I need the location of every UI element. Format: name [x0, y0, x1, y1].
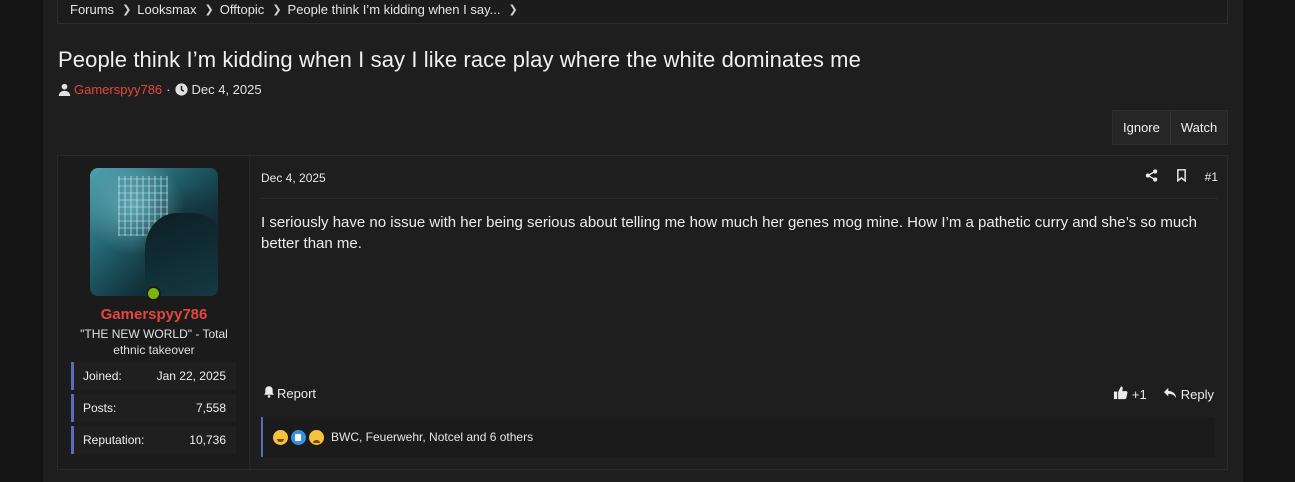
stat-label: Posts:	[83, 401, 117, 415]
thread-author-link[interactable]: Gamerspyy786	[74, 82, 162, 97]
breadcrumb-link-offtopic[interactable]: Offtopic	[220, 2, 265, 17]
clock-icon	[174, 83, 188, 96]
chevron-right-icon: ❯	[508, 3, 518, 16]
report-label: Report	[277, 385, 317, 401]
online-status-indicator	[146, 286, 161, 301]
post-user-column: Gamerspyy786 "THE NEW WORLD" - Total eth…	[58, 156, 250, 469]
stat-label: Joined:	[83, 369, 122, 383]
thread-meta: Gamerspyy786 · Dec 4, 2025	[58, 82, 262, 97]
user-stat-reputation: Reputation: 10,736	[71, 426, 236, 454]
user-icon	[58, 83, 71, 96]
stat-value: 10,736	[189, 433, 226, 447]
like-button[interactable]: +1	[1113, 385, 1147, 403]
breadcrumb-link-forums[interactable]: Forums	[70, 2, 114, 17]
ignore-button[interactable]: Ignore	[1113, 111, 1170, 144]
sad-reaction-icon	[309, 429, 324, 445]
avatar[interactable]	[90, 168, 218, 296]
thread-title: People think I’m kidding when I say I li…	[58, 47, 861, 72]
user-stat-posts: Posts: 7,558	[71, 394, 236, 422]
report-button[interactable]: Report	[263, 385, 316, 401]
breadcrumb-link-looksmax[interactable]: Looksmax	[137, 2, 196, 17]
post-number-link[interactable]: #1	[1205, 170, 1218, 184]
reply-label: Reply	[1180, 386, 1214, 402]
breadcrumb-item[interactable]: Offtopic ❯	[220, 2, 288, 17]
bookmark-icon[interactable]	[1176, 169, 1187, 185]
post-date[interactable]: Dec 4, 2025	[261, 171, 326, 185]
stat-label: Reputation:	[83, 433, 145, 447]
post-header-actions: #1	[1145, 169, 1218, 185]
stat-value: Jan 22, 2025	[156, 369, 226, 383]
chevron-right-icon: ❯	[122, 3, 132, 16]
breadcrumb-item[interactable]: Forums ❯	[70, 2, 137, 17]
post: Gamerspyy786 "THE NEW WORLD" - Total eth…	[57, 155, 1228, 470]
chevron-right-icon: ❯	[204, 3, 214, 16]
like-count: +1	[1131, 386, 1147, 402]
bell-icon	[263, 385, 275, 401]
user-stat-joined: Joined: Jan 22, 2025	[71, 362, 236, 390]
thread-actions: Ignore Watch	[1112, 110, 1229, 145]
post-body: I seriously have no issue with her being…	[261, 214, 1198, 252]
avatar-image-figure	[145, 213, 218, 296]
stat-value[interactable]: 7,558	[196, 401, 226, 415]
share-icon[interactable]	[1145, 169, 1158, 185]
meta-separator: ·	[166, 82, 171, 97]
reply-icon	[1163, 387, 1177, 402]
breadcrumb-item[interactable]: Looksmax ❯	[137, 2, 219, 17]
post-content-column: Dec 4, 2025 #1 I seriously have no issue…	[261, 156, 1218, 469]
post-username[interactable]: Gamerspyy786	[58, 306, 250, 323]
post-footer-actions: +1 Reply	[1113, 385, 1214, 403]
laugh-reaction-icon	[273, 429, 288, 445]
page-container: Forums ❯ Looksmax ❯ Offtopic ❯ People th…	[43, 0, 1243, 482]
reply-button[interactable]: Reply	[1163, 387, 1214, 402]
reactions-list[interactable]: BWC, Feuerwehr, Notcel and 6 others	[331, 430, 533, 444]
user-title: "THE NEW WORLD" - Total ethnic takeover	[80, 327, 228, 357]
breadcrumb: Forums ❯ Looksmax ❯ Offtopic ❯ People th…	[57, 0, 1228, 24]
thread-date[interactable]: Dec 4, 2025	[192, 82, 262, 97]
breadcrumb-link-thread[interactable]: People think I’m kidding when I say...	[288, 2, 501, 17]
divider	[261, 198, 1218, 199]
like-reaction-icon	[291, 429, 306, 445]
reactions-bar[interactable]: BWC, Feuerwehr, Notcel and 6 others	[261, 417, 1215, 457]
chevron-right-icon: ❯	[272, 3, 282, 16]
thumbs-up-icon	[1113, 385, 1128, 403]
watch-button[interactable]: Watch	[1169, 111, 1227, 144]
breadcrumb-item[interactable]: People think I’m kidding when I say... ❯	[288, 2, 524, 17]
